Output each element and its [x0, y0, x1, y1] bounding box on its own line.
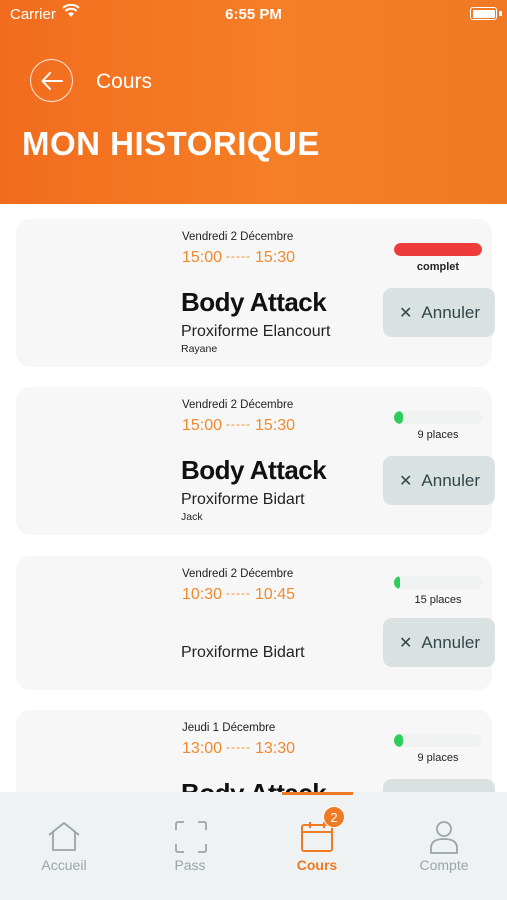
booking-date: Vendredi 2 Décembre	[182, 231, 294, 243]
back-button[interactable]	[30, 59, 73, 102]
tab-label: Cours	[296, 857, 338, 873]
battery-tip	[499, 11, 502, 16]
course-name: Body Attack	[181, 455, 327, 485]
course-name: Body Attack	[181, 287, 327, 317]
capacity-bar	[394, 576, 482, 589]
tab-compte[interactable]: Compte	[381, 792, 507, 900]
booking-list[interactable]: Vendredi 2 Décembre 15:00 ----- 15:30 Body…	[0, 204, 507, 792]
capacity-bar	[394, 243, 482, 256]
booking-start: 15:00	[182, 249, 223, 266]
booking-card[interactable]: Vendredi 2 Décembre 15:00 ----- 15:30 Body…	[16, 387, 495, 535]
coach-name: Jack	[181, 511, 203, 523]
booking-date: Vendredi 2 Décembre	[182, 399, 294, 411]
page-title: MON HISTORIQUE	[22, 125, 320, 162]
booking-start: 15:00	[182, 417, 223, 434]
booking-time: 15:00 ----- 15:30	[182, 249, 295, 267]
booking-start: 10:30	[182, 586, 223, 603]
cancel-button[interactable]: ✕ Annuler	[383, 456, 495, 505]
time-separator: -----	[226, 740, 252, 754]
arrow-left-icon	[41, 72, 63, 90]
course-name: Body Attack	[181, 778, 327, 792]
scan-icon	[175, 821, 207, 853]
booking-card[interactable]: Vendredi 2 Décembre 10:30 ----- 10:45 Prox…	[16, 556, 495, 690]
tab-cours[interactable]: Cours	[254, 792, 380, 900]
cancel-button[interactable]: ✕ Annuler	[383, 288, 495, 337]
tab-accueil[interactable]: Accueil	[1, 792, 127, 900]
club-name: Proxiforme Bidart	[181, 491, 305, 508]
capacity-bar	[394, 734, 482, 747]
tab-label: Compte	[419, 857, 469, 873]
nav-title: Cours	[96, 70, 153, 93]
time-separator: -----	[226, 417, 252, 431]
cancel-button[interactable]: ✕ Annuler	[383, 618, 495, 667]
close-icon: ✕	[399, 634, 413, 652]
user-icon	[430, 821, 458, 854]
booking-end: 10:45	[255, 586, 296, 603]
booking-time: 10:30 ----- 10:45	[182, 586, 295, 604]
booking-time: 13:00 ----- 13:30	[182, 740, 295, 758]
tab-bar: Accueil Pass Cours Compte	[0, 792, 507, 900]
capacity-bar	[394, 411, 482, 424]
coach-name: Rayane	[181, 343, 218, 355]
booking-end: 13:30	[255, 740, 296, 757]
time-separator: -----	[226, 249, 252, 263]
club-name: Proxiforme Bidart	[181, 644, 305, 661]
capacity-label: complet	[416, 261, 460, 273]
capacity-label: 9 places	[417, 429, 459, 441]
cancel-label: Annuler	[421, 302, 481, 322]
close-icon: ✕	[399, 304, 413, 322]
cancel-button[interactable]	[383, 779, 495, 792]
booking-time: 15:00 ----- 15:30	[182, 417, 295, 435]
capacity-label: 15 places	[414, 594, 462, 606]
tab-pass[interactable]: Pass	[127, 792, 253, 900]
close-icon: ✕	[399, 472, 413, 490]
club-name: Proxiforme Elancourt	[181, 323, 331, 340]
booking-date: Jeudi 1 Décembre	[182, 722, 276, 734]
booking-start: 13:00	[182, 740, 223, 757]
battery-icon	[470, 7, 497, 20]
booking-card[interactable]: Jeudi 1 Décembre 13:00-----13:30 Body At…	[16, 710, 495, 792]
booking-card[interactable]: Vendredi 2 Décembre 15:00 ----- 15:30 Body…	[16, 219, 495, 367]
status-time: 6:55 PM	[225, 6, 282, 23]
status-bar: Carrier 6:55 PM	[0, 0, 507, 28]
booking-end: 15:30	[255, 417, 296, 434]
tab-label: Accueil	[41, 857, 87, 873]
cancel-label: Annuler	[421, 632, 481, 652]
booking-end: 15:30	[255, 249, 296, 266]
home-icon	[48, 822, 80, 851]
header: Carrier 6:55 PM Cours MON HISTORIQUE	[0, 0, 507, 204]
notification-badge: 2	[323, 806, 345, 828]
capacity-label: 9 places	[417, 752, 459, 764]
tab-label: Pass	[174, 857, 206, 873]
time-separator: -----	[226, 586, 252, 600]
booking-date: Vendredi 2 Décembre	[182, 568, 294, 580]
cancel-label: Annuler	[421, 470, 481, 490]
